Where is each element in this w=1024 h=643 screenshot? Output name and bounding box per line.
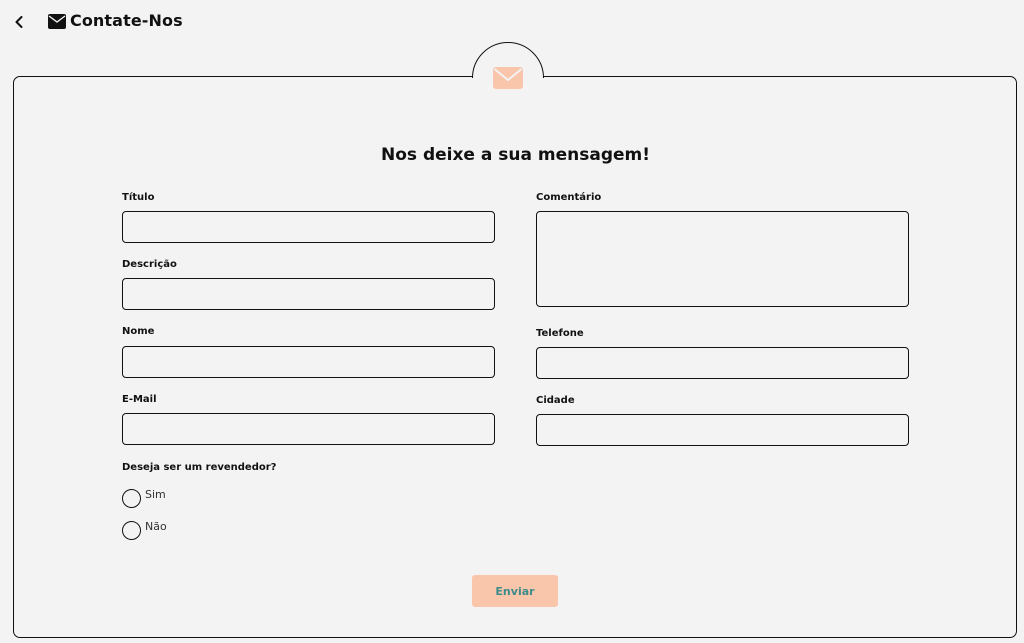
back-button[interactable] <box>10 12 28 32</box>
reseller-question: Deseja ser um revendedor? <box>122 462 277 473</box>
radio-label: Sim <box>145 488 166 501</box>
titulo-label: Título <box>122 192 155 203</box>
telefone-input[interactable] <box>536 347 909 379</box>
page-header: Contate-Nos <box>0 0 1024 44</box>
envelope-icon <box>48 14 66 29</box>
reseller-option-sim[interactable]: Sim <box>122 488 166 508</box>
radio-label: Não <box>145 520 167 533</box>
submit-button[interactable]: Enviar <box>472 575 558 607</box>
form-title: Nos deixe a sua mensagem! <box>381 145 650 165</box>
envelope-icon <box>493 67 523 89</box>
cidade-label: Cidade <box>536 395 575 406</box>
descricao-input[interactable] <box>122 278 495 310</box>
reseller-option-nao[interactable]: Não <box>122 520 167 540</box>
comentario-textarea[interactable] <box>536 211 909 307</box>
telefone-label: Telefone <box>536 328 584 339</box>
cidade-input[interactable] <box>536 414 909 446</box>
nome-input[interactable] <box>122 346 495 378</box>
titulo-input[interactable] <box>122 211 495 243</box>
nome-label: Nome <box>122 326 155 337</box>
email-label: E-Mail <box>122 394 157 405</box>
descricao-label: Descrição <box>122 259 177 270</box>
page-title: Contate-Nos <box>70 11 183 30</box>
comentario-label: Comentário <box>536 192 602 203</box>
chevron-left-icon <box>15 16 23 28</box>
email-input[interactable] <box>122 413 495 445</box>
radio-button[interactable] <box>122 521 141 540</box>
radio-button[interactable] <box>122 489 141 508</box>
